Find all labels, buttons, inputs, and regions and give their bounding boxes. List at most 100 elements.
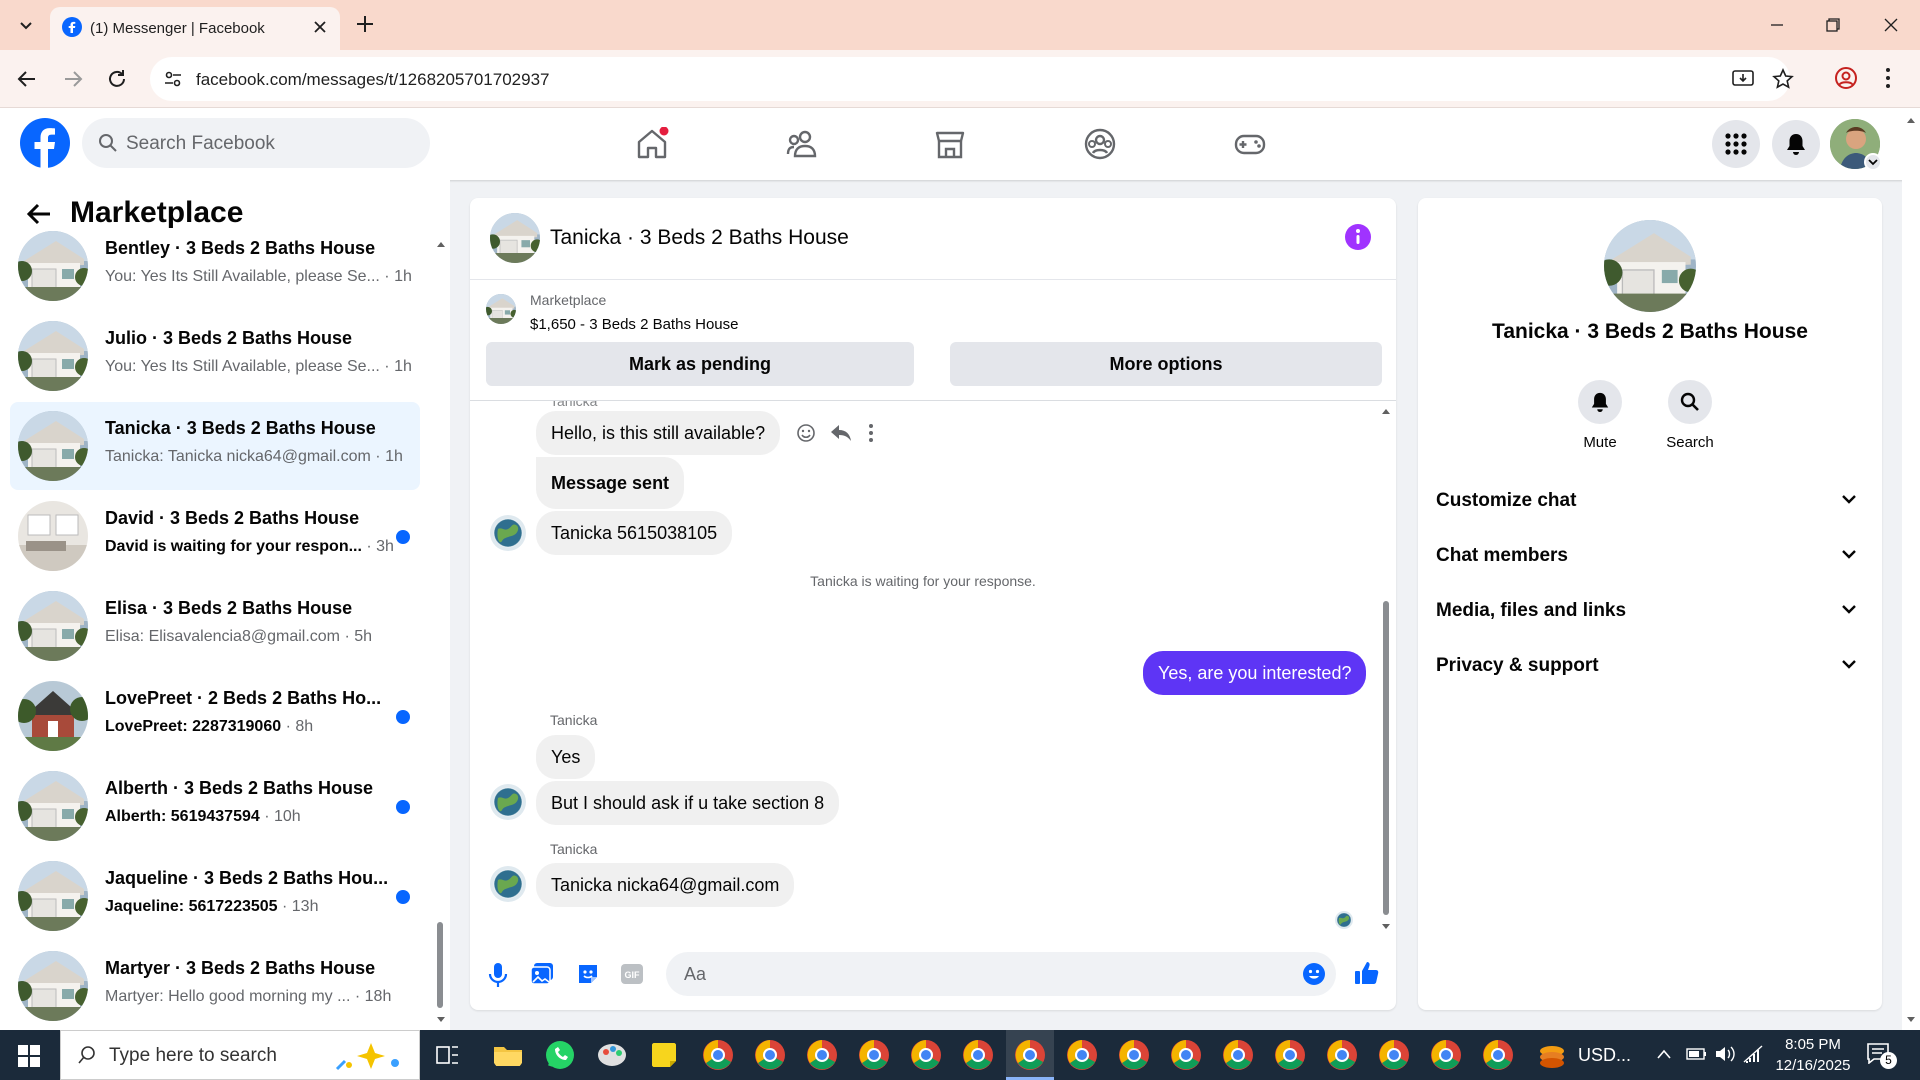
customize-chat-section[interactable]: Customize chat — [1436, 476, 1866, 526]
sender-avatar[interactable] — [490, 866, 526, 902]
emoji-icon[interactable] — [1302, 962, 1326, 986]
nav-friends[interactable] — [742, 122, 862, 166]
gif-icon[interactable]: GIF — [620, 962, 644, 986]
conversation-item[interactable]: Jaqueline · 3 Beds 2 Baths Hou... Jaqueli… — [10, 852, 420, 940]
notification-center-button[interactable]: 5 — [1866, 1042, 1898, 1070]
volume-icon[interactable] — [1714, 1044, 1736, 1064]
privacy-support-section[interactable]: Privacy & support — [1436, 641, 1866, 691]
minimize-button[interactable] — [1762, 12, 1792, 38]
conversation-item[interactable]: Julio · 3 Beds 2 Baths House You: Yes Its… — [10, 312, 420, 400]
chat-avatar[interactable] — [490, 213, 540, 263]
conversation-item[interactable]: Elisa · 3 Beds 2 Baths House Elisa: Elisa… — [10, 582, 420, 670]
microphone-icon[interactable] — [488, 962, 508, 988]
chrome-icon[interactable] — [1378, 1039, 1410, 1071]
wifi-icon[interactable] — [1742, 1044, 1764, 1064]
chevron-up-icon[interactable] — [1656, 1048, 1672, 1060]
currency-widget-text[interactable]: USD... — [1578, 1045, 1631, 1066]
chrome-icon[interactable] — [702, 1039, 734, 1071]
more-actions-icon[interactable] — [868, 423, 874, 443]
chrome-icon[interactable] — [1482, 1039, 1514, 1071]
message-input[interactable]: Aa — [666, 952, 1336, 996]
page-scrollbar[interactable] — [1902, 108, 1920, 1030]
scroll-down-icon[interactable] — [1381, 923, 1391, 931]
browser-menu-icon[interactable] — [1884, 66, 1892, 90]
thumbs-up-icon[interactable] — [1354, 960, 1380, 986]
facebook-logo-icon[interactable] — [20, 118, 70, 168]
conversation-item[interactable]: LovePreet · 2 Beds 2 Baths Ho... LovePree… — [10, 672, 420, 760]
nav-gaming[interactable] — [1190, 122, 1310, 166]
conversation-item[interactable]: David · 3 Beds 2 Baths House David is wai… — [10, 492, 420, 580]
message-bubble[interactable]: Tanicka 5615038105 — [536, 511, 733, 555]
chrome-icon[interactable] — [1222, 1039, 1254, 1071]
browser-tab[interactable]: (1) Messenger | Facebook — [50, 7, 340, 50]
task-view-icon[interactable] — [436, 1044, 460, 1066]
bookmark-star-icon[interactable] — [1772, 68, 1794, 90]
chrome-icon[interactable] — [754, 1039, 786, 1071]
site-info-icon[interactable] — [164, 70, 182, 88]
new-tab-icon[interactable] — [354, 13, 376, 35]
contact-avatar[interactable] — [1604, 220, 1696, 312]
my-message-bubble[interactable]: Yes, are you interested? — [1143, 651, 1367, 695]
sender-avatar[interactable] — [490, 784, 526, 820]
battery-icon[interactable] — [1686, 1046, 1708, 1062]
message-bubble[interactable]: But I should ask if u take section 8 — [536, 781, 840, 825]
conversation-item[interactable]: Martyer · 3 Beds 2 Baths House Martyer: H… — [10, 942, 420, 1022]
chrome-icon[interactable] — [962, 1039, 994, 1071]
tab-search-dropdown[interactable] — [12, 12, 40, 38]
menu-button[interactable] — [1712, 120, 1760, 168]
scroll-down-icon[interactable] — [436, 1016, 446, 1024]
message-bubble[interactable]: Hello, is this still available? — [536, 411, 781, 455]
sender-avatar[interactable] — [490, 515, 526, 551]
file-explorer-icon[interactable] — [492, 1039, 524, 1071]
conversation-scrollbar[interactable] — [436, 240, 446, 1025]
chrome-icon[interactable] — [806, 1039, 838, 1071]
reply-icon[interactable] — [830, 423, 852, 443]
account-dropdown[interactable] — [1864, 153, 1882, 171]
chrome-icon[interactable] — [1274, 1039, 1306, 1071]
system-clock[interactable]: 8:05 PM 12/16/2025 — [1768, 1034, 1858, 1076]
scrollbar-thumb[interactable] — [437, 922, 443, 1008]
conversation-item[interactable]: Bentley · 3 Beds 2 Baths House You: Yes I… — [10, 222, 420, 310]
chrome-icon[interactable] — [1326, 1039, 1358, 1071]
search-in-chat-button[interactable]: Search — [1650, 380, 1730, 451]
message-bubble[interactable]: Tanicka nicka64@gmail.com — [536, 863, 795, 907]
nav-groups[interactable] — [1040, 122, 1160, 166]
listing-title[interactable]: $1,650 - 3 Beds 2 Baths House — [530, 316, 738, 333]
chrome-icon[interactable] — [1014, 1039, 1046, 1071]
whatsapp-icon[interactable] — [544, 1039, 576, 1071]
restore-button[interactable] — [1818, 12, 1848, 38]
info-icon[interactable] — [1344, 223, 1372, 251]
thread-scrollbar[interactable] — [1380, 405, 1392, 935]
notifications-button[interactable] — [1772, 120, 1820, 168]
chat-title[interactable]: Tanicka · 3 Beds 2 Baths House — [550, 226, 849, 250]
back-arrow-icon[interactable] — [16, 68, 38, 90]
conversation-item[interactable]: Tanicka · 3 Beds 2 Baths House Tanicka: T… — [10, 402, 420, 490]
chat-members-section[interactable]: Chat members — [1436, 531, 1866, 581]
mute-button[interactable]: Mute — [1560, 380, 1640, 451]
mark-as-pending-button[interactable]: Mark as pending — [486, 342, 914, 386]
nav-home[interactable] — [592, 122, 712, 166]
scroll-down-icon[interactable] — [1906, 1016, 1916, 1024]
profile-icon[interactable] — [1834, 66, 1858, 90]
scrollbar-thumb[interactable] — [1383, 601, 1389, 915]
currency-weather-icon[interactable] — [1538, 1043, 1566, 1069]
forward-arrow-icon[interactable] — [62, 68, 84, 90]
reload-icon[interactable] — [106, 68, 128, 90]
media-files-links-section[interactable]: Media, files and links — [1436, 586, 1866, 636]
scroll-up-icon[interactable] — [436, 240, 446, 248]
taskbar-search-box[interactable]: Type here to search — [60, 1030, 420, 1080]
nav-marketplace[interactable] — [890, 122, 1010, 166]
photo-icon[interactable] — [530, 962, 554, 986]
message-bubble[interactable]: Message sent — [536, 457, 685, 509]
chrome-icon[interactable] — [1430, 1039, 1462, 1071]
close-window-button[interactable] — [1876, 12, 1906, 38]
chrome-icon[interactable] — [858, 1039, 890, 1071]
message-bubble[interactable]: Yes — [536, 735, 596, 779]
install-app-icon[interactable] — [1732, 69, 1754, 89]
chrome-icon[interactable] — [910, 1039, 942, 1071]
paint-icon[interactable] — [596, 1039, 628, 1071]
conversation-item[interactable]: Alberth · 3 Beds 2 Baths House Alberth: 5… — [10, 762, 420, 850]
more-options-button[interactable]: More options — [950, 342, 1382, 386]
sticky-notes-icon[interactable] — [648, 1039, 680, 1071]
listing-thumbnail[interactable] — [486, 294, 516, 324]
